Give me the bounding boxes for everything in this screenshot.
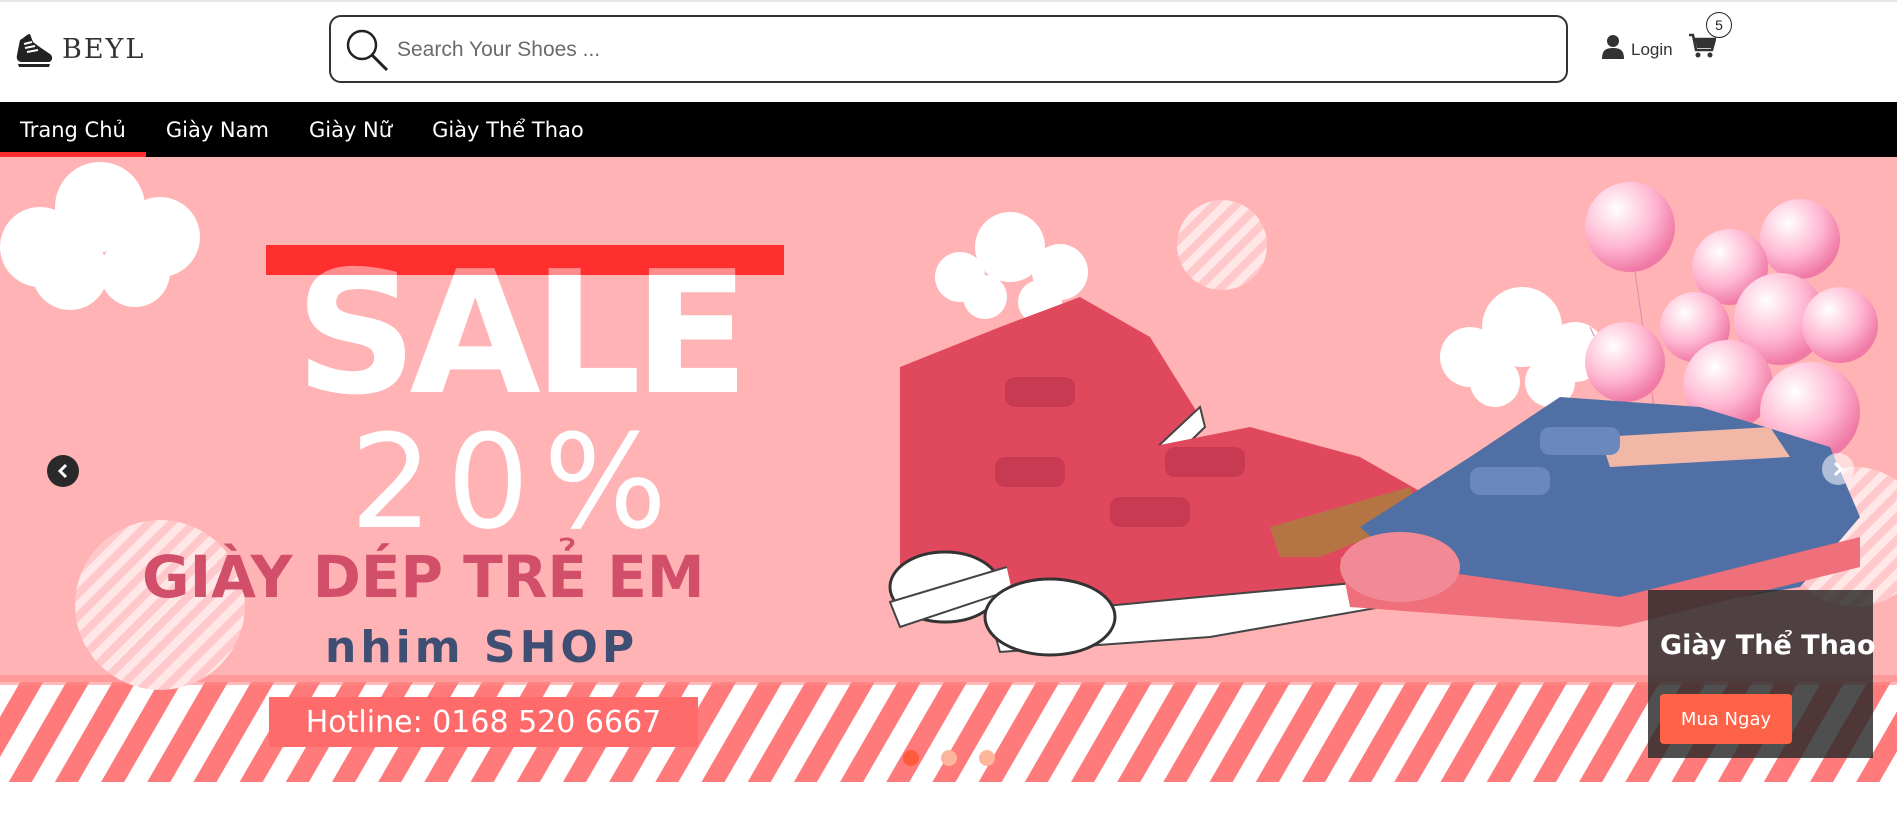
banner-image: SALE 20% GIÀY DÉP TRẺ EM nhim SHOP	[0, 157, 1897, 782]
carousel-next-button[interactable]	[1822, 453, 1854, 485]
carousel-dot-1[interactable]	[903, 750, 919, 766]
hero-carousel: SALE 20% GIÀY DÉP TRẺ EM nhim SHOP Hotli…	[0, 157, 1897, 782]
carousel-dot-3[interactable]	[979, 750, 995, 766]
search-input[interactable]	[395, 29, 1549, 71]
headline-text: GIÀY DÉP TRẺ EM	[142, 537, 705, 611]
caption-title: Giày Thể Thao	[1660, 630, 1876, 661]
user-icon	[1602, 35, 1624, 59]
chevron-left-icon	[57, 463, 68, 479]
cart-count-badge: 5	[1706, 12, 1732, 38]
carousel-prev-button[interactable]	[47, 455, 79, 487]
login-label: Login	[1631, 40, 1673, 59]
shop-name-text: nhim SHOP	[325, 622, 638, 673]
slide-caption: Giày Thể Thao Mua Ngay	[1648, 590, 1876, 758]
nav-item-men-shoes[interactable]: Giày Nam	[146, 102, 289, 157]
main-nav: Trang Chủ Giày Nam Giày Nữ Giày Thể Thao	[0, 102, 1897, 157]
discount-text: 20%	[350, 406, 681, 558]
nav-item-women-shoes[interactable]: Giày Nữ	[289, 102, 412, 157]
brand-logo[interactable]: BEYL	[14, 28, 145, 70]
chevron-right-icon	[1833, 461, 1844, 477]
site-header: BEYL Login 5	[0, 2, 1897, 102]
shoe-icon	[16, 34, 53, 67]
buy-now-button[interactable]: Mua Ngay	[1660, 694, 1792, 744]
nav-item-sport-shoes[interactable]: Giày Thể Thao	[412, 102, 604, 157]
nav-item-home[interactable]: Trang Chủ	[0, 102, 146, 157]
login-link[interactable]: Login	[1601, 34, 1673, 60]
search-bar	[329, 15, 1568, 83]
hotline-label: Hotline: 0168 520 6667	[269, 697, 698, 747]
search-icon[interactable]	[343, 26, 391, 74]
brand-name: BEYL	[62, 33, 146, 65]
carousel-dot-2[interactable]	[941, 750, 957, 766]
carousel-indicators	[903, 750, 995, 766]
